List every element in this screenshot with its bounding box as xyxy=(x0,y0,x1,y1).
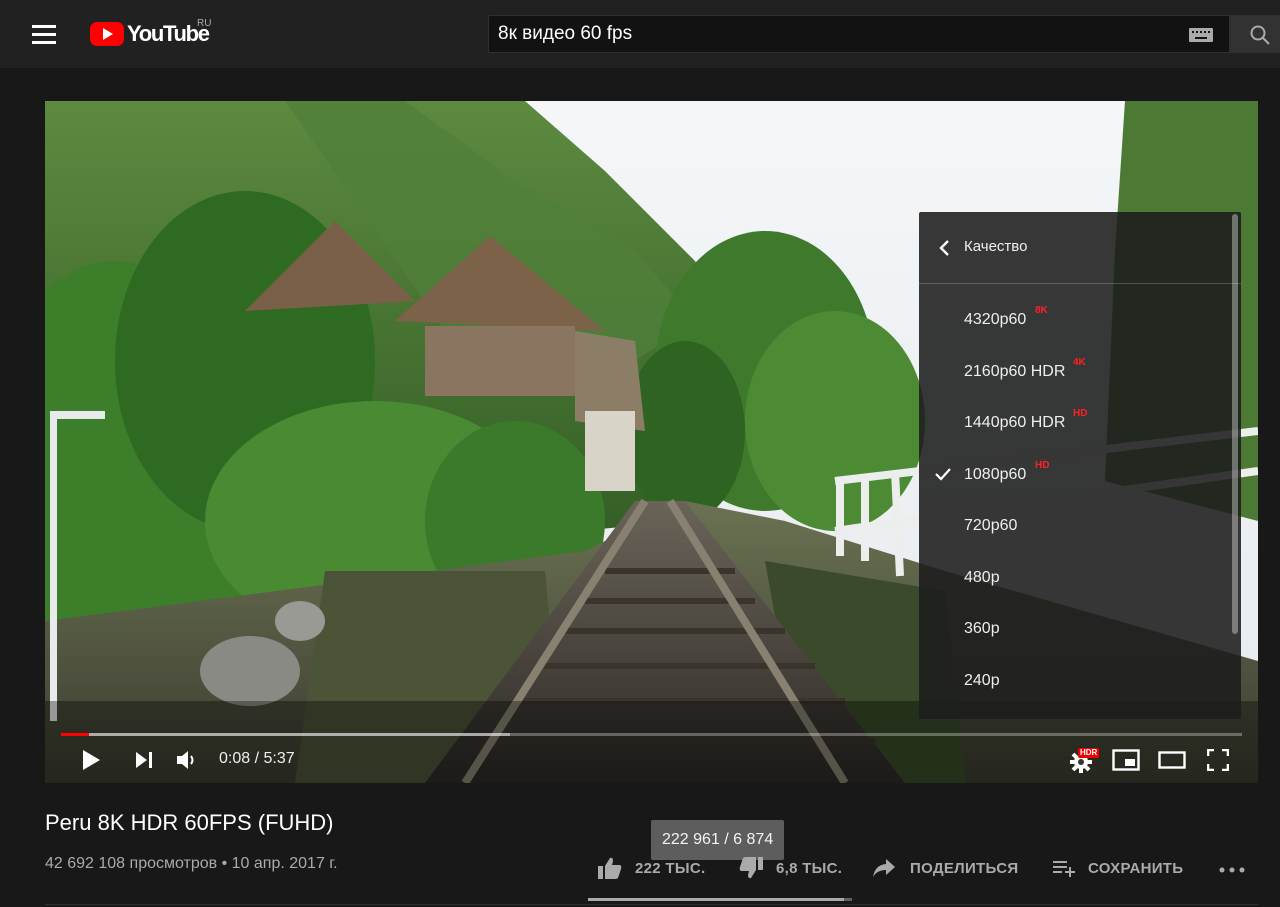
quality-menu-scrollbar[interactable] xyxy=(1232,214,1238,634)
dislike-button[interactable]: 6,8 ТЫС. xyxy=(738,852,842,884)
youtube-logo[interactable]: YouTube RU xyxy=(90,18,212,49)
like-count: 222 ТЫС. xyxy=(635,859,706,877)
playlist-add-icon xyxy=(1053,861,1075,877)
like-button[interactable]: 222 ТЫС. xyxy=(597,852,705,884)
dislike-count: 6,8 ТЫС. xyxy=(776,859,843,877)
sentiment-fill xyxy=(588,898,845,901)
share-button[interactable]: ПОДЕЛИТЬСЯ xyxy=(872,852,1018,884)
quality-option-1080p60[interactable]: 1080p60 HD xyxy=(919,450,1229,500)
sentiment-bar xyxy=(588,898,852,901)
thumbs-up-icon xyxy=(598,857,622,879)
quality-badge: 8K xyxy=(1035,305,1048,316)
hamburger-menu-icon[interactable] xyxy=(20,16,68,52)
search-input[interactable] xyxy=(489,16,1179,52)
video-views-date: 42 692 108 просмотров • 10 апр. 2017 г. xyxy=(45,855,338,872)
quality-menu-title: Качество xyxy=(964,238,1028,255)
search-button[interactable] xyxy=(1230,15,1280,53)
quality-badge: 4K xyxy=(1073,357,1086,368)
thumbs-down-icon xyxy=(739,857,763,879)
quality-label: 1080p60 xyxy=(964,466,1027,483)
keyboard-icon[interactable] xyxy=(1189,28,1213,42)
more-actions-icon[interactable] xyxy=(1218,860,1246,876)
theater-mode-icon[interactable] xyxy=(1158,751,1186,769)
video-player[interactable]: Качество 4320p60 8K 2160p60 HDR 4K 1440p… xyxy=(45,101,1258,783)
volume-icon[interactable] xyxy=(175,749,199,771)
fullscreen-icon[interactable] xyxy=(1207,749,1229,771)
quality-option-240p[interactable]: 240p xyxy=(919,656,1229,706)
quality-option-2160p60-hdr[interactable]: 2160p60 HDR 4K xyxy=(919,347,1229,397)
quality-label: 360p xyxy=(964,620,1000,637)
quality-label: 480p xyxy=(964,569,1000,586)
miniplayer-icon[interactable] xyxy=(1112,749,1140,771)
quality-option-720p60[interactable]: 720p60 xyxy=(919,501,1229,551)
time-display: 0:08 / 5:37 xyxy=(219,750,295,767)
save-button[interactable]: СОХРАНИТЬ xyxy=(1052,852,1183,884)
quality-label: 720p60 xyxy=(964,517,1018,534)
progress-bar[interactable] xyxy=(61,733,1242,736)
save-label: СОХРАНИТЬ xyxy=(1088,859,1184,877)
youtube-play-logo-icon xyxy=(90,22,124,46)
quality-option-480p[interactable]: 480p xyxy=(919,553,1229,603)
quality-menu-header[interactable]: Качество xyxy=(919,212,1241,284)
buffer-bar xyxy=(61,733,510,736)
quality-label: 1440p60 HDR xyxy=(964,414,1066,431)
quality-label: 4320p60 xyxy=(964,311,1027,328)
quality-badge: HD xyxy=(1073,408,1088,419)
country-code: RU xyxy=(197,18,212,29)
quality-option-1440p60-hdr[interactable]: 1440p60 HDR HD xyxy=(919,398,1229,448)
share-icon xyxy=(873,859,895,877)
play-icon[interactable] xyxy=(81,749,101,771)
video-title: Peru 8K HDR 60FPS (FUHD) xyxy=(45,810,334,835)
quality-option-4320p60[interactable]: 4320p60 8K xyxy=(919,295,1229,345)
divider xyxy=(45,904,1258,905)
quality-option-360p[interactable]: 360p xyxy=(919,604,1229,654)
quality-label: 240p xyxy=(964,672,1000,689)
search-box xyxy=(488,15,1230,53)
progress-fill xyxy=(61,733,90,736)
quality-menu: Качество 4320p60 8K 2160p60 HDR 4K 1440p… xyxy=(919,212,1241,719)
quality-badge: HD xyxy=(1035,460,1050,471)
top-bar: YouTube RU xyxy=(0,0,1280,68)
check-icon xyxy=(935,468,951,481)
next-icon[interactable] xyxy=(134,751,154,769)
search-icon xyxy=(1250,25,1270,45)
share-label: ПОДЕЛИТЬСЯ xyxy=(910,859,1019,877)
chevron-left-icon xyxy=(939,240,949,256)
quality-label: 2160p60 HDR xyxy=(964,363,1066,380)
hdr-badge: HDR xyxy=(1078,748,1100,758)
